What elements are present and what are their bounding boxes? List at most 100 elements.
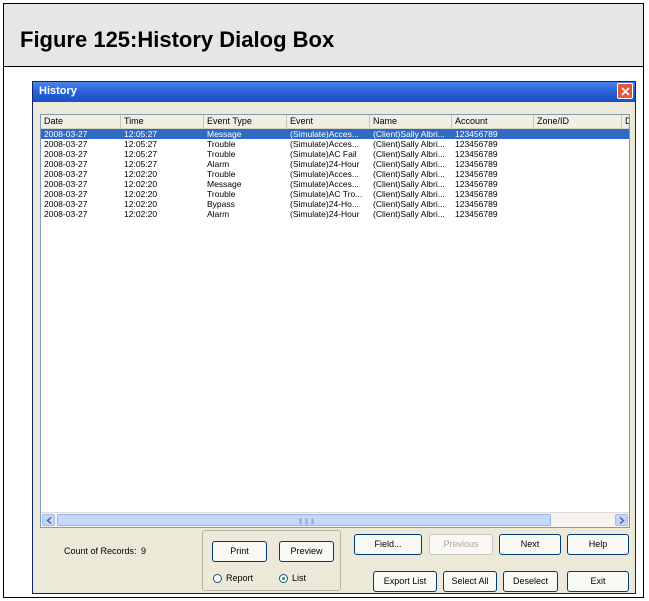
cell-time: 12:02:20: [124, 169, 158, 179]
count-value: 9: [141, 546, 147, 556]
close-button[interactable]: [617, 83, 633, 99]
list-header: Date Time Event Type Event Name Account …: [41, 115, 629, 129]
report-radio-label[interactable]: Report: [226, 573, 253, 583]
horizontal-scrollbar[interactable]: ❚❚❚: [41, 512, 629, 527]
table-row[interactable]: 2008-03-27 12:05:27 Trouble (Simulate)Acces…: [41, 139, 629, 149]
cell-event-type: Trouble: [207, 149, 236, 159]
cell-name: (Client)Sally Albri...: [373, 129, 445, 139]
cell-event: (Simulate)AC Fail: [290, 149, 357, 159]
cell-account: 123456789: [455, 169, 498, 179]
cell-name: (Client)Sally Albri...: [373, 139, 445, 149]
cell-date: 2008-03-27: [44, 159, 88, 169]
column-header-account[interactable]: Account: [452, 115, 534, 128]
cell-event: (Simulate)Acces...: [290, 129, 359, 139]
cell-account: 123456789: [455, 159, 498, 169]
list-radio[interactable]: [279, 574, 288, 583]
table-row[interactable]: 2008-03-27 12:05:27 Message (Simulate)Acces…: [41, 129, 629, 139]
cell-account: 123456789: [455, 139, 498, 149]
deselect-button[interactable]: Deselect: [503, 571, 558, 592]
preview-button[interactable]: Preview: [279, 541, 334, 562]
cell-event: (Simulate)Acces...: [290, 179, 359, 189]
cell-account: 123456789: [455, 149, 498, 159]
cell-name: (Client)Sally Albri...: [373, 159, 445, 169]
cell-event-type: Message: [207, 129, 242, 139]
cell-account: 123456789: [455, 189, 498, 199]
figure-header: Figure 125:History Dialog Box: [4, 4, 643, 67]
cell-event-type: Alarm: [207, 159, 230, 169]
cell-name: (Client)Sally Albri...: [373, 149, 445, 159]
chevron-right-icon: [619, 516, 625, 524]
cell-date: 2008-03-27: [44, 189, 88, 199]
cell-event-type: Trouble: [207, 169, 236, 179]
table-row[interactable]: 2008-03-27 12:05:27 Trouble (Simulate)AC Fa…: [41, 149, 629, 159]
cell-date: 2008-03-27: [44, 199, 88, 209]
next-button[interactable]: Next: [499, 534, 561, 555]
print-button[interactable]: Print: [212, 541, 267, 562]
exit-button[interactable]: Exit: [567, 571, 629, 592]
table-row[interactable]: 2008-03-27 12:02:20 Message (Simulate)Acces…: [41, 179, 629, 189]
count-label: Count of Records:: [64, 546, 137, 556]
scroll-right-button[interactable]: [615, 514, 628, 526]
cell-event: (Simulate)AC Tro...: [290, 189, 363, 199]
previous-button[interactable]: Previous: [429, 534, 493, 555]
cell-event: (Simulate)Acces...: [290, 169, 359, 179]
select-all-button[interactable]: Select All: [443, 571, 497, 592]
cell-event: (Simulate)24-Hour: [290, 209, 360, 219]
chevron-left-icon: [45, 516, 51, 524]
scroll-left-button[interactable]: [42, 514, 55, 526]
cell-date: 2008-03-27: [44, 209, 88, 219]
help-button[interactable]: Help: [567, 534, 629, 555]
cell-event: (Simulate)Acces...: [290, 139, 359, 149]
table-row[interactable]: 2008-03-27 12:02:20 Trouble (Simulate)Acces…: [41, 169, 629, 179]
cell-event: (Simulate)24-Ho...: [290, 199, 359, 209]
column-header-time[interactable]: Time: [121, 115, 204, 128]
column-header-date[interactable]: Date: [41, 115, 121, 128]
cell-account: 123456789: [455, 129, 498, 139]
cell-time: 12:05:27: [124, 139, 158, 149]
cell-event-type: Bypass: [207, 199, 235, 209]
history-list[interactable]: Date Time Event Type Event Name Account …: [40, 114, 630, 528]
scroll-thumb[interactable]: ❚❚❚: [57, 514, 551, 526]
cell-event-type: Message: [207, 179, 242, 189]
cell-time: 12:05:27: [124, 159, 158, 169]
column-header-name[interactable]: Name: [370, 115, 452, 128]
cell-time: 12:02:20: [124, 199, 158, 209]
dialog-titlebar[interactable]: History: [33, 82, 635, 102]
figure-frame: Figure 125:History Dialog Box History Da…: [3, 3, 644, 598]
table-row[interactable]: 2008-03-27 12:02:20 Bypass (Simulate)24-Ho.…: [41, 199, 629, 209]
table-row[interactable]: 2008-03-27 12:02:20 Alarm (Simulate)24-Hour…: [41, 209, 629, 219]
column-header-zone-id[interactable]: Zone/ID: [534, 115, 622, 128]
cell-account: 123456789: [455, 199, 498, 209]
cell-time: 12:02:20: [124, 209, 158, 219]
cell-time: 12:02:20: [124, 189, 158, 199]
figure-title: Figure 125:History Dialog Box: [20, 27, 335, 52]
cell-time: 12:05:27: [124, 129, 158, 139]
cell-name: (Client)Sally Albri...: [373, 179, 445, 189]
export-list-button[interactable]: Export List: [373, 571, 437, 592]
cell-name: (Client)Sally Albri...: [373, 189, 445, 199]
close-icon: [620, 86, 630, 96]
history-dialog: History Date Time Event Type Event Name …: [32, 81, 636, 594]
cell-name: (Client)Sally Albri...: [373, 199, 445, 209]
grip-icon: ❚❚❚: [298, 519, 317, 525]
cell-event-type: Trouble: [207, 139, 236, 149]
cell-name: (Client)Sally Albri...: [373, 209, 445, 219]
field-button[interactable]: Field...: [354, 534, 422, 555]
cell-date: 2008-03-27: [44, 139, 88, 149]
column-header-event[interactable]: Event: [287, 115, 370, 128]
cell-event: (Simulate)24-Hour: [290, 159, 360, 169]
column-header-event-type[interactable]: Event Type: [204, 115, 287, 128]
cell-time: 12:05:27: [124, 149, 158, 159]
dialog-title: History: [39, 85, 77, 97]
output-group: Print Preview Report List: [202, 530, 341, 591]
cell-account: 123456789: [455, 209, 498, 219]
cell-time: 12:02:20: [124, 179, 158, 189]
list-radio-label[interactable]: List: [292, 573, 306, 583]
column-header-d[interactable]: D: [622, 115, 629, 128]
report-radio[interactable]: [213, 574, 222, 583]
cell-account: 123456789: [455, 179, 498, 189]
table-row[interactable]: 2008-03-27 12:02:20 Trouble (Simulate)AC Tr…: [41, 189, 629, 199]
cell-date: 2008-03-27: [44, 169, 88, 179]
cell-date: 2008-03-27: [44, 129, 88, 139]
table-row[interactable]: 2008-03-27 12:05:27 Alarm (Simulate)24-Hour…: [41, 159, 629, 169]
